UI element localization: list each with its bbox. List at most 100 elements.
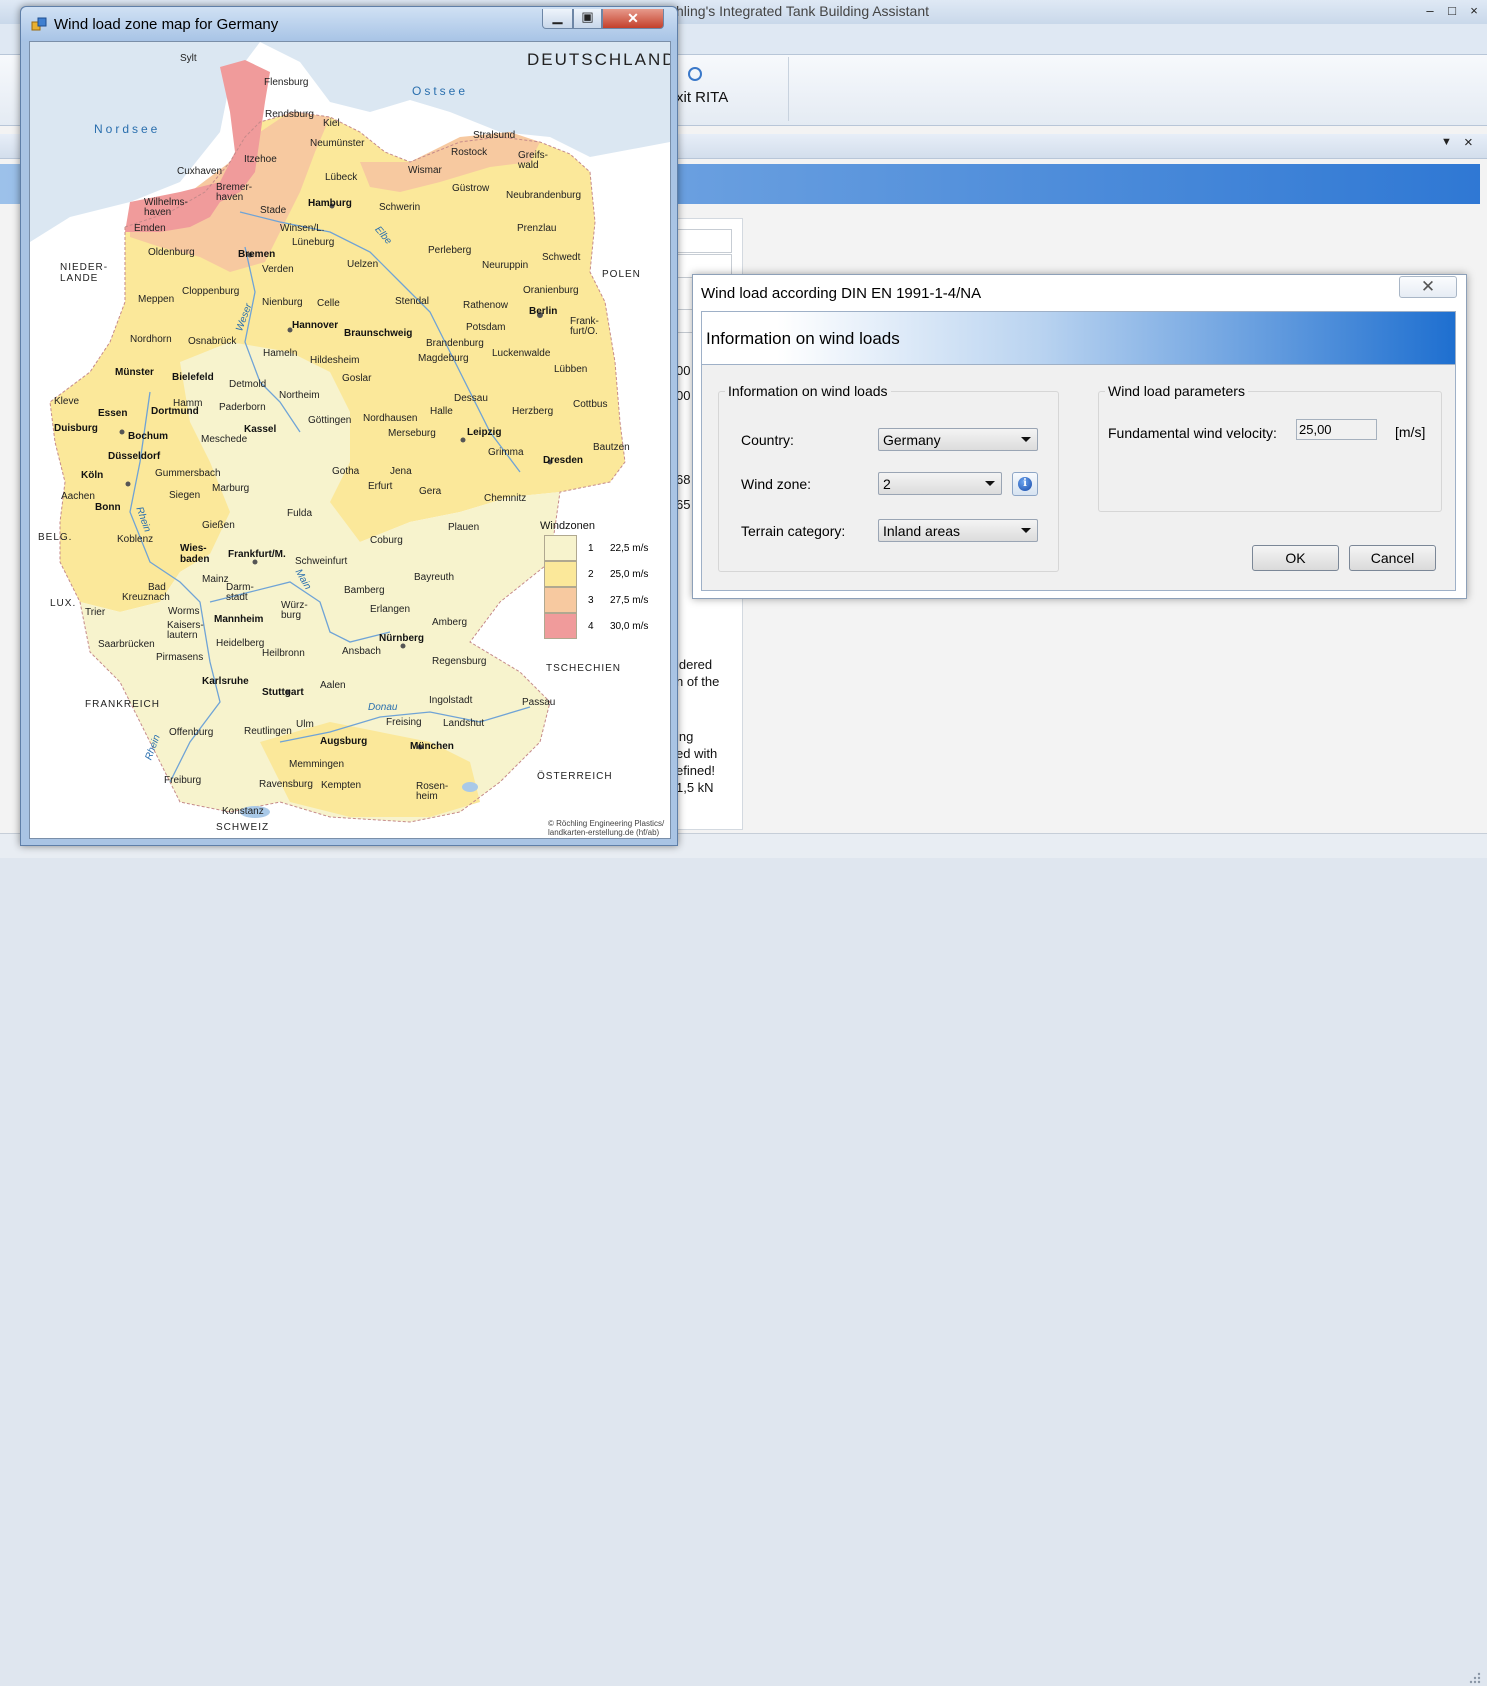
city-label: Rathenow [463, 300, 509, 311]
city-label: Ulm [296, 719, 314, 730]
city-label: Freiburg [164, 775, 202, 786]
map-copyright: © Röchling Engineering Plastics/ landkar… [548, 819, 664, 837]
city-label: Kempten [321, 780, 362, 791]
exit-rita-button[interactable]: xit RITA [660, 57, 789, 121]
city-label: Bremen [238, 249, 276, 260]
legend-zone: 3 [588, 595, 594, 606]
main-minimize-button[interactable]: ‒ [1419, 2, 1441, 20]
group-title: Wind load parameters [1105, 383, 1248, 399]
city-label: Nienburg [262, 297, 303, 308]
wind-zone-select[interactable]: 2 [878, 472, 1002, 495]
city-label: Bonn [95, 502, 121, 513]
city-label: Augsburg [320, 736, 368, 747]
city-label: Regensburg [432, 656, 487, 667]
city-label: Pirmasens [156, 652, 204, 663]
country-label: POLEN [602, 269, 641, 280]
city-dot [125, 481, 131, 487]
map-window-title: Wind load zone map for Germany [54, 16, 279, 33]
wind-map-window: Wind load zone map for Germany ▁ ▣ ✕ DEU… [20, 6, 678, 846]
close-button[interactable]: ✕ [1399, 276, 1457, 298]
ok-button[interactable]: OK [1252, 545, 1339, 571]
city-label: Koblenz [117, 534, 154, 545]
terrain-category-select[interactable]: Inland areas [878, 519, 1038, 542]
info-text-line: 1,5 kN [676, 780, 714, 795]
field-value: 00 [676, 363, 691, 378]
city-label: Emden [134, 223, 166, 234]
chevron-down-icon [985, 481, 995, 486]
city-label: Worms [168, 606, 200, 617]
city-label: Memmingen [289, 759, 345, 770]
legend-zone: 4 [588, 621, 594, 632]
city-label: Essen [98, 408, 128, 419]
city-label: Uelzen [347, 259, 379, 270]
city-label: Landshut [443, 718, 485, 729]
main-close-button[interactable]: × [1463, 2, 1485, 20]
info-text-line: n of the [676, 674, 720, 689]
city-label: furt/O. [570, 326, 598, 337]
city-label: Freising [386, 717, 422, 728]
city-dot [460, 437, 466, 443]
city-label: Lübeck [325, 172, 358, 183]
legend-swatch [544, 613, 577, 639]
dialog-title: Wind load according DIN EN 1991-1-4/NA [701, 285, 982, 302]
city-label: Trier [85, 607, 106, 618]
info-text-line: ing [676, 729, 694, 744]
info-text-line: idered [676, 657, 713, 672]
wind-zone-info-button[interactable]: i [1012, 472, 1038, 496]
map-heading: DEUTSCHLAND [527, 50, 671, 69]
copyright-line: © Röchling Engineering Plastics/ [548, 819, 665, 828]
close-button[interactable]: ✕ [602, 9, 664, 29]
city-label: heim [416, 791, 438, 802]
country-select[interactable]: Germany [878, 428, 1038, 451]
maximize-button[interactable]: ▣ [573, 9, 602, 29]
terrain-category-value: Inland areas [883, 523, 961, 539]
city-label: Mannheim [214, 614, 264, 625]
city-label: Osnabrück [188, 336, 237, 347]
city-label: Cuxhaven [177, 166, 223, 177]
city-label: Schweinfurt [295, 556, 348, 567]
city-label: Nordhausen [363, 413, 418, 424]
legend-value: 25,0 m/s [610, 569, 649, 580]
info-text-line: efined! [676, 763, 716, 778]
city-label: Marburg [212, 483, 250, 494]
chevron-down-icon[interactable]: ▼ [1441, 136, 1452, 148]
input-field[interactable] [676, 229, 732, 253]
legend-swatch [544, 587, 577, 613]
city-label: Brandenburg [426, 338, 484, 349]
city-label: wald [518, 160, 539, 171]
city-label: Berlin [529, 306, 558, 317]
city-label: Stuttgart [262, 687, 304, 698]
country-label: FRANKREICH [85, 699, 161, 710]
city-label: Frankfurt/M. [228, 549, 286, 560]
city-label: Celle [317, 298, 340, 309]
country-label: TSCHECHIEN [546, 663, 622, 674]
close-icon[interactable]: × [1464, 134, 1473, 151]
city-label: Münster [115, 367, 154, 378]
exit-rita-label: xit RITA [676, 89, 729, 106]
city-label: burg [281, 610, 302, 621]
city-label: Lüneburg [292, 237, 335, 248]
city-label: Flensburg [264, 77, 309, 88]
resize-grip-icon[interactable] [1468, 1670, 1482, 1686]
city-label: Bochum [128, 431, 168, 442]
main-maximize-button[interactable]: □ [1441, 2, 1463, 20]
power-icon [688, 67, 702, 81]
city-label: Kleve [54, 396, 80, 407]
city-label: Kreuznach [122, 592, 170, 603]
city-label: Siegen [169, 490, 201, 501]
country-label: BELG. [38, 532, 73, 543]
city-dot [252, 559, 258, 565]
country-value: Germany [883, 432, 941, 448]
city-label: Kassel [244, 424, 277, 435]
city-label: Ingolstadt [429, 695, 473, 706]
wind-zone-label: Wind zone: [741, 476, 812, 492]
city-label: Paderborn [219, 402, 266, 413]
city-label: Grimma [488, 447, 524, 458]
fundamental-wind-velocity-field[interactable]: 25,00 [1296, 419, 1377, 440]
city-label: Düsseldorf [108, 451, 161, 462]
minimize-button[interactable]: ▁ [542, 9, 573, 29]
city-label: Hameln [263, 348, 298, 359]
legend-value: 27,5 m/s [610, 595, 649, 606]
city-label: Stralsund [473, 130, 516, 141]
cancel-button[interactable]: Cancel [1349, 545, 1436, 571]
